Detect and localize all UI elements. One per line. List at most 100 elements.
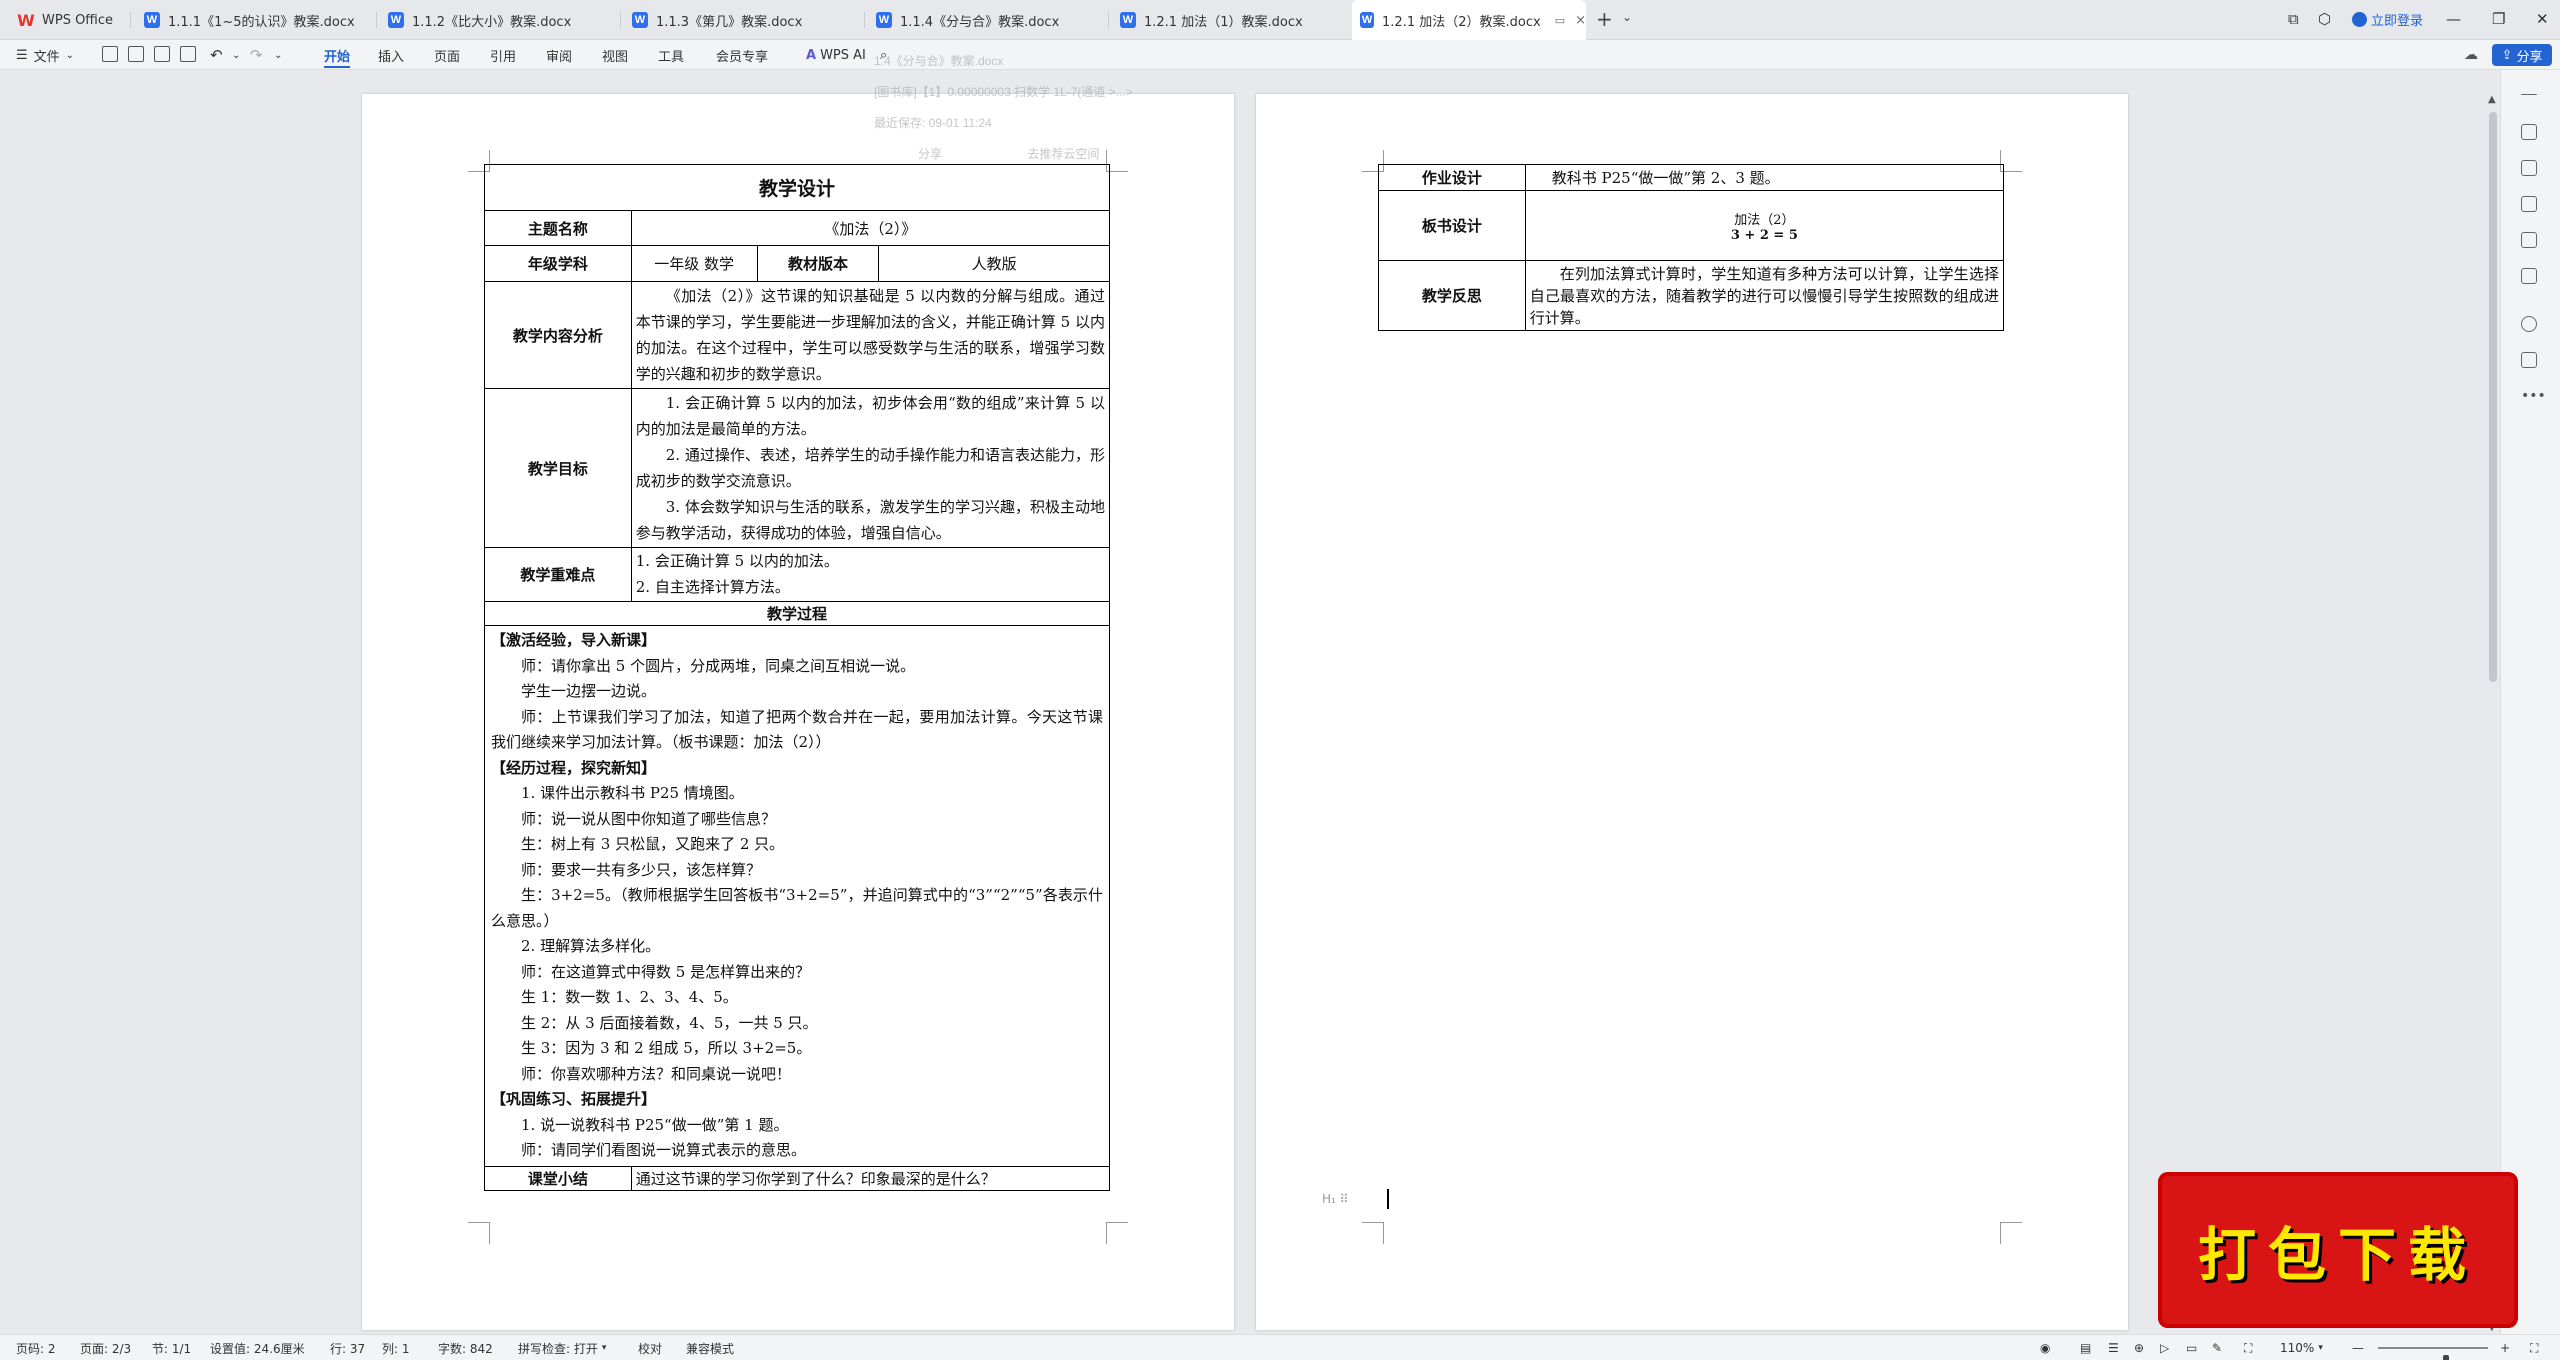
chevron-down-icon[interactable]: ⌄ <box>1622 10 1632 24</box>
page-view-icon[interactable]: ▤ <box>2080 1335 2091 1360</box>
save-icon[interactable] <box>102 46 118 62</box>
tab-doc-4[interactable]: W 1.1.4《分与合》教案.docx <box>868 0 1108 40</box>
ribbon: ☰ 文件 ⌄ ↶ ⌄ ↷ ⌄ 开始 插入 页面 引用 审阅 视图 工具 会员专享… <box>0 40 2560 70</box>
pen-icon[interactable]: ✎ <box>2212 1335 2222 1360</box>
plus-icon[interactable]: + <box>1596 8 1613 30</box>
chevron-down-icon: ▾ <box>2318 1343 2323 1353</box>
process-line: 学生一边摆一边说。 <box>521 682 657 700</box>
chevron-down-icon[interactable]: ⌄ <box>232 40 240 70</box>
status-setting[interactable]: 设置值: 24.6厘米 <box>210 1335 305 1360</box>
menu-tab-review[interactable]: 审阅 <box>546 40 572 70</box>
login-button[interactable]: 立即登录 <box>2352 10 2423 29</box>
tab-doc-1[interactable]: W 1.1.1《1~5的认识》教案.docx <box>136 0 376 40</box>
zoom-in-icon[interactable]: + <box>2500 1335 2510 1360</box>
homework-label: 作业设计 <box>1378 164 1526 191</box>
scroll-up-icon[interactable]: ▲ <box>2488 94 2496 105</box>
word-doc-icon: W <box>1120 12 1136 28</box>
reading-icon[interactable]: ▭ <box>2186 1335 2197 1360</box>
chevron-down-icon: ⌄ <box>65 49 75 61</box>
pin-icon[interactable]: ▭ <box>1555 14 1565 27</box>
cloud-icon[interactable]: ☁ <box>2464 47 2478 63</box>
tab-label: 1.2.1 加法（1）教案.docx <box>1144 14 1303 30</box>
tab-doc-5[interactable]: W 1.2.1 加法（1）教案.docx <box>1112 0 1352 40</box>
undo-icon[interactable]: ↶ <box>210 40 223 70</box>
topic-label: 主题名称 <box>484 210 632 246</box>
paragraph-handle-icon[interactable]: H₁ ⠿ <box>1322 1192 1348 1206</box>
analysis-cell: 《加法（2）》这节课的知识基础是 5 以内数的分解与组成。通过本节课的学习，学生… <box>630 281 1111 389</box>
stamp-text: 打包下载 <box>2197 1221 2478 1289</box>
tab-doc-3[interactable]: W 1.1.3《第几》教案.docx <box>624 0 864 40</box>
status-compat[interactable]: 兼容模式 <box>686 1335 734 1360</box>
process-line: 师：在这道算式中得数 5 是怎样算出来的？ <box>521 962 811 981</box>
corner-mark <box>1362 1222 1384 1244</box>
menu-tab-home[interactable]: 开始 <box>324 40 351 70</box>
tools-icon[interactable] <box>2521 268 2537 284</box>
reflection-cell: 在列加法算式计算时，学生知道有多种方法可以计算，让学生选择自己最喜欢的方法，随着… <box>1524 260 2005 331</box>
tab-wps-home[interactable]: W WPS Office <box>10 0 130 40</box>
menu-tab-page[interactable]: 页面 <box>434 40 460 70</box>
page-2[interactable]: 作业设计 教科书 P25“做一做”第 2、3 题。 板书设计 加法（2） 3 +… <box>1256 94 2128 1330</box>
collapse-icon[interactable] <box>2521 94 2537 96</box>
help-icon[interactable] <box>2521 316 2537 332</box>
status-row[interactable]: 行: 37 <box>330 1335 365 1360</box>
zoom-slider[interactable] <box>2378 1347 2488 1360</box>
right-sidebar: ••• <box>2500 70 2560 1334</box>
image-icon[interactable] <box>2521 232 2537 248</box>
page-1[interactable]: 教学设计 主题名称 《加法（2）》 年级学科 一年级 数学 教材版本 人教版 教… <box>362 94 1234 1330</box>
fullscreen-icon[interactable]: ⛶ <box>2530 1335 2538 1360</box>
tab-label: 1.1.1《1~5的认识》教案.docx <box>168 14 355 30</box>
more-icon[interactable]: ••• <box>2521 388 2546 404</box>
fit-icon[interactable]: ⛶ <box>2244 1335 2252 1360</box>
zoom-slider-handle[interactable] <box>2443 1355 2450 1360</box>
status-col[interactable]: 列: 1 <box>382 1335 410 1360</box>
menu-tab-insert[interactable]: 插入 <box>378 40 404 70</box>
zoom-value[interactable]: 110% ▾ <box>2280 1335 2323 1360</box>
close-window-icon[interactable]: ✕ <box>2536 10 2549 28</box>
print-preview-icon[interactable] <box>180 46 196 62</box>
restore-icon[interactable]: ❐ <box>2492 10 2505 28</box>
minimize-icon[interactable]: — <box>2446 10 2461 28</box>
tab-doc-active[interactable]: W 1.2.1 加法（2）教案.docx ▭ × <box>1352 0 1586 40</box>
redo-icon[interactable]: ↷ <box>250 40 263 70</box>
wps-ai-button[interactable]: A WPS AI <box>806 40 866 70</box>
file-menu[interactable]: ☰ 文件 ⌄ <box>16 40 74 70</box>
status-spell[interactable]: 拼写检查: 打开 ▾ <box>518 1335 606 1360</box>
user-icon <box>2352 12 2367 27</box>
share-button[interactable]: ⇪ 分享 <box>2492 44 2552 66</box>
vertical-scrollbar[interactable] <box>2489 112 2497 682</box>
status-pages[interactable]: 页面: 2/3 <box>80 1335 131 1360</box>
login-label: 立即登录 <box>2371 14 2424 29</box>
tab-label: 1.2.1 加法（2）教案.docx <box>1382 14 1541 30</box>
menu-tab-tools[interactable]: 工具 <box>658 40 684 70</box>
reflection-text: 在列加法算式计算时，学生知道有多种方法可以计算，让学生选择自己最喜欢的方法，随着… <box>1529 264 1999 327</box>
tab-doc-2[interactable]: W 1.1.2《比大小》教案.docx <box>380 0 620 40</box>
close-icon[interactable]: × <box>1575 13 1586 28</box>
menu-tab-view[interactable]: 视图 <box>602 40 628 70</box>
play-icon[interactable]: ▷ <box>2160 1335 2169 1360</box>
document-area[interactable]: 教学设计 主题名称 《加法（2）》 年级学科 一年级 数学 教材版本 人教版 教… <box>0 70 2560 1334</box>
menu-tab-reference[interactable]: 引用 <box>490 40 516 70</box>
sliders-icon[interactable] <box>2521 196 2537 212</box>
outline-view-icon[interactable]: ☰ <box>2108 1335 2119 1360</box>
status-proof[interactable]: 校对 <box>638 1335 662 1360</box>
process-line: 师：请你拿出 5 个圆片，分成两堆，同桌之间互相说一说。 <box>521 656 916 675</box>
download-stamp-image[interactable]: 打包下载 <box>2158 1172 2518 1328</box>
print-icon[interactable] <box>154 46 170 62</box>
share-panel-icon[interactable] <box>2521 352 2537 368</box>
cube-icon[interactable]: ⬡ <box>2318 10 2331 28</box>
eye-icon[interactable]: ◉ <box>2040 1335 2050 1360</box>
chevron-down-icon[interactable]: ⌄ <box>274 40 282 70</box>
status-words[interactable]: 字数: 842 <box>438 1335 493 1360</box>
menu-tab-member[interactable]: 会员专享 <box>716 40 768 70</box>
web-view-icon[interactable]: ⊕ <box>2134 1335 2144 1360</box>
status-section[interactable]: 节: 1/1 <box>152 1335 191 1360</box>
pointer-icon[interactable] <box>2521 160 2537 176</box>
share-icon: ⇪ <box>2501 47 2513 63</box>
wps-logo-icon: W <box>17 10 35 30</box>
pen-icon[interactable] <box>2521 124 2537 140</box>
window-list-icon[interactable]: ⧉ <box>2288 10 2299 28</box>
status-page-num[interactable]: 页码: 2 <box>16 1335 56 1360</box>
process-section-heading: 【巩固练习、拓展提升】 <box>491 1090 657 1108</box>
zoom-out-icon[interactable]: — <box>2352 1335 2364 1360</box>
export-icon[interactable] <box>128 46 144 62</box>
